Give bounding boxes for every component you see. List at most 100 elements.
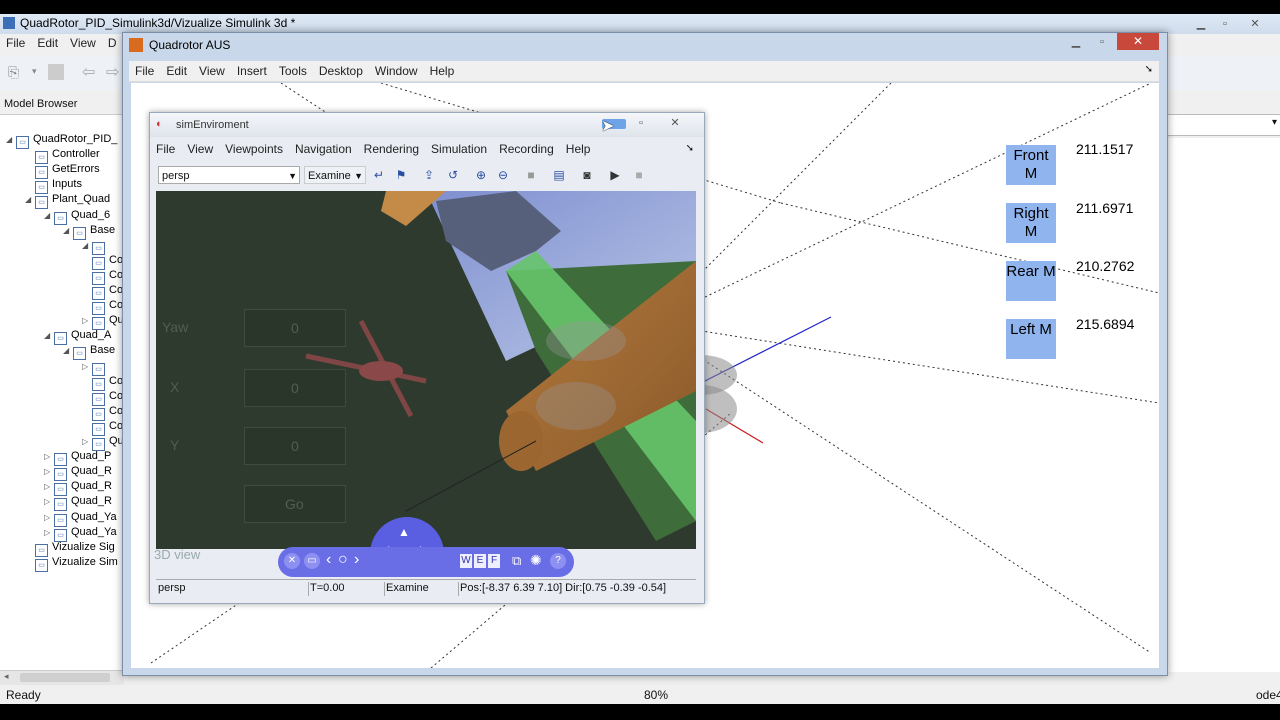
sim-close-icon[interactable]: ✕ — [666, 116, 684, 130]
nav-rotate-left-icon[interactable]: ‹ — [326, 551, 331, 569]
tree-expander-icon[interactable]: ▷ — [44, 452, 54, 461]
undo-move-icon[interactable]: ↺ — [444, 166, 462, 184]
tree-node[interactable]: ▭Con — [82, 405, 124, 421]
sim-menu-navigation[interactable]: Navigation — [289, 139, 358, 159]
tree-node[interactable]: ▭Con — [82, 254, 124, 270]
forward-icon[interactable]: ⇨ — [106, 62, 119, 82]
tree-scrollbar[interactable]: ◂ — [0, 670, 124, 685]
tree-expander-icon[interactable]: ▷ — [82, 316, 92, 325]
tree-node[interactable]: ◢ ▭ Quad_A — [44, 329, 111, 346]
save-icon[interactable] — [48, 64, 64, 80]
tree-expander-icon[interactable]: ▷ — [44, 528, 54, 537]
tree-node[interactable]: ▭ Vizualize Sig — [25, 541, 115, 557]
tree-expander-icon[interactable]: ▷ — [44, 467, 54, 476]
close-icon[interactable]: ✕ — [1246, 17, 1264, 31]
return-viewpoint-icon[interactable]: ↵ — [370, 166, 388, 184]
viewpoint-select[interactable]: persp ▼ — [158, 166, 300, 184]
stop-icon[interactable]: ■ — [630, 166, 648, 184]
play-icon[interactable]: ▶ — [606, 166, 624, 184]
sim-menu-viewpoints[interactable]: Viewpoints — [219, 139, 289, 159]
right-panel-field[interactable]: ▾ — [1166, 114, 1280, 136]
nav-examine-icon[interactable]: E — [474, 554, 486, 568]
y-field[interactable]: 0 — [244, 427, 346, 465]
straighten-up-icon[interactable]: ⇪ — [420, 166, 438, 184]
tree-node[interactable]: ◢ ▭ — [82, 239, 109, 255]
tree-node[interactable]: ▷ ▭ Quad_Ya — [44, 511, 117, 527]
diagram-area[interactable] — [1166, 138, 1280, 672]
nav-help-icon[interactable]: ? — [550, 553, 566, 569]
dropdown-icon[interactable]: ▾ — [32, 66, 37, 77]
zoom-out-icon[interactable]: ⊖ — [494, 166, 512, 184]
scroll-left-icon[interactable]: ◂ — [4, 671, 9, 682]
tree-node[interactable]: ▭ Controller — [25, 148, 100, 165]
tree-node[interactable]: ◢ ▭ QuadRotor_PID_ — [6, 133, 117, 149]
tree-expander-icon[interactable]: ◢ — [82, 241, 92, 250]
figure-close-icon[interactable]: ✕ — [1117, 33, 1159, 50]
nav-up-arrow-icon[interactable]: ▲ — [398, 525, 410, 539]
flag-icon[interactable]: ⚑ — [392, 166, 410, 184]
nav-fullscreen-icon[interactable]: ⧉ — [512, 553, 521, 569]
yaw-field[interactable]: 0 — [244, 309, 346, 347]
tree-node[interactable]: ▭Con — [82, 299, 124, 316]
menu-diagram[interactable]: D — [102, 34, 123, 50]
tree-expander-icon[interactable]: ◢ — [44, 211, 54, 220]
tree-node[interactable]: ▭Con — [82, 375, 124, 391]
nav-orbit-icon[interactable]: ○ — [338, 551, 348, 569]
editor-icon[interactable]: ▤ — [550, 166, 568, 184]
menu-edit[interactable]: Edit — [31, 34, 64, 50]
wireframe-icon[interactable]: ■ — [522, 166, 540, 184]
tree-node[interactable]: ▷ ▭ — [82, 360, 109, 376]
fig-menu-desktop[interactable]: Desktop — [313, 61, 369, 78]
navigation-mode-select[interactable]: Examine ▼ — [304, 166, 366, 184]
nav-close-icon[interactable]: ✕ — [284, 553, 300, 569]
new-model-icon[interactable]: ⎘ — [8, 64, 24, 80]
tree-node[interactable]: ◢ ▭ Base — [63, 344, 115, 361]
tree-node[interactable]: ◢ ▭ Plant_Quad — [25, 193, 110, 210]
tree-expander-icon[interactable]: ◢ — [63, 346, 73, 355]
sim-menu-simulation[interactable]: Simulation — [425, 139, 493, 159]
tree-node[interactable]: ▷▭Qua — [82, 435, 124, 451]
tree-expander-icon[interactable]: ▷ — [82, 362, 92, 371]
tree-node[interactable]: ◢ ▭ Quad_6 — [44, 209, 110, 225]
sim-menu-recording[interactable]: Recording — [493, 139, 560, 159]
tree-expander-icon[interactable]: ▷ — [82, 437, 92, 446]
fig-menu-view[interactable]: View — [193, 61, 231, 78]
tree-node[interactable]: ▭ Vizualize Sim — [25, 556, 118, 572]
back-icon[interactable]: ⇦ — [82, 62, 95, 82]
sim-menu-file[interactable]: File — [150, 139, 181, 159]
x-field[interactable]: 0 — [244, 369, 346, 407]
tree-expander-icon[interactable]: ▷ — [44, 482, 54, 491]
nav-headlight-icon[interactable]: ✺ — [530, 552, 542, 569]
fig-menu-tools[interactable]: Tools — [273, 61, 313, 78]
chevron-down-icon[interactable]: ▾ — [1272, 117, 1277, 128]
3d-viewport[interactable]: Yaw 0 X 0 Y 0 Go — [156, 191, 696, 549]
go-button[interactable]: Go — [244, 485, 346, 523]
camera-icon[interactable]: ◙ — [578, 166, 596, 184]
nav-fly-icon[interactable]: F — [488, 554, 500, 568]
tree-node[interactable]: ▷ ▭ Quad_Ya — [44, 526, 117, 542]
fig-menu-help[interactable]: Help — [424, 61, 461, 78]
menu-view[interactable]: View — [64, 34, 102, 50]
tree-node[interactable]: ▭Con — [82, 390, 124, 406]
dock-arrow-icon[interactable]: ➘ — [1145, 64, 1153, 75]
fig-menu-edit[interactable]: Edit — [160, 61, 193, 78]
tree-node[interactable]: ◢ ▭ Base — [63, 224, 115, 240]
nav-minimize-icon[interactable]: ▭ — [304, 553, 320, 569]
tree-expander-icon[interactable]: ▷ — [44, 513, 54, 522]
sim-menu-help[interactable]: Help — [560, 139, 597, 159]
tree-expander-icon[interactable]: ◢ — [44, 331, 54, 340]
tree-node[interactable]: ▭ GetErrors — [25, 163, 100, 180]
tree-expander-icon[interactable]: ◢ — [63, 226, 73, 235]
tree-node[interactable]: ▭Con — [82, 420, 124, 436]
minimize-icon[interactable]: ▁ — [1192, 17, 1210, 31]
fig-menu-window[interactable]: Window — [369, 61, 424, 78]
tree-node[interactable]: ▷ ▭ Quad_P — [44, 450, 111, 467]
menu-file[interactable]: File — [0, 34, 31, 50]
scroll-thumb[interactable] — [20, 673, 110, 682]
sim-menu-view[interactable]: View — [181, 139, 219, 159]
tree-node[interactable]: ▷ ▭ Quad_R — [44, 465, 112, 482]
tree-expander-icon[interactable]: ▷ — [44, 497, 54, 506]
sim-menu-rendering[interactable]: Rendering — [358, 139, 425, 159]
tree-node[interactable]: ▭Con — [82, 284, 124, 300]
fig-menu-file[interactable]: File — [129, 61, 160, 78]
